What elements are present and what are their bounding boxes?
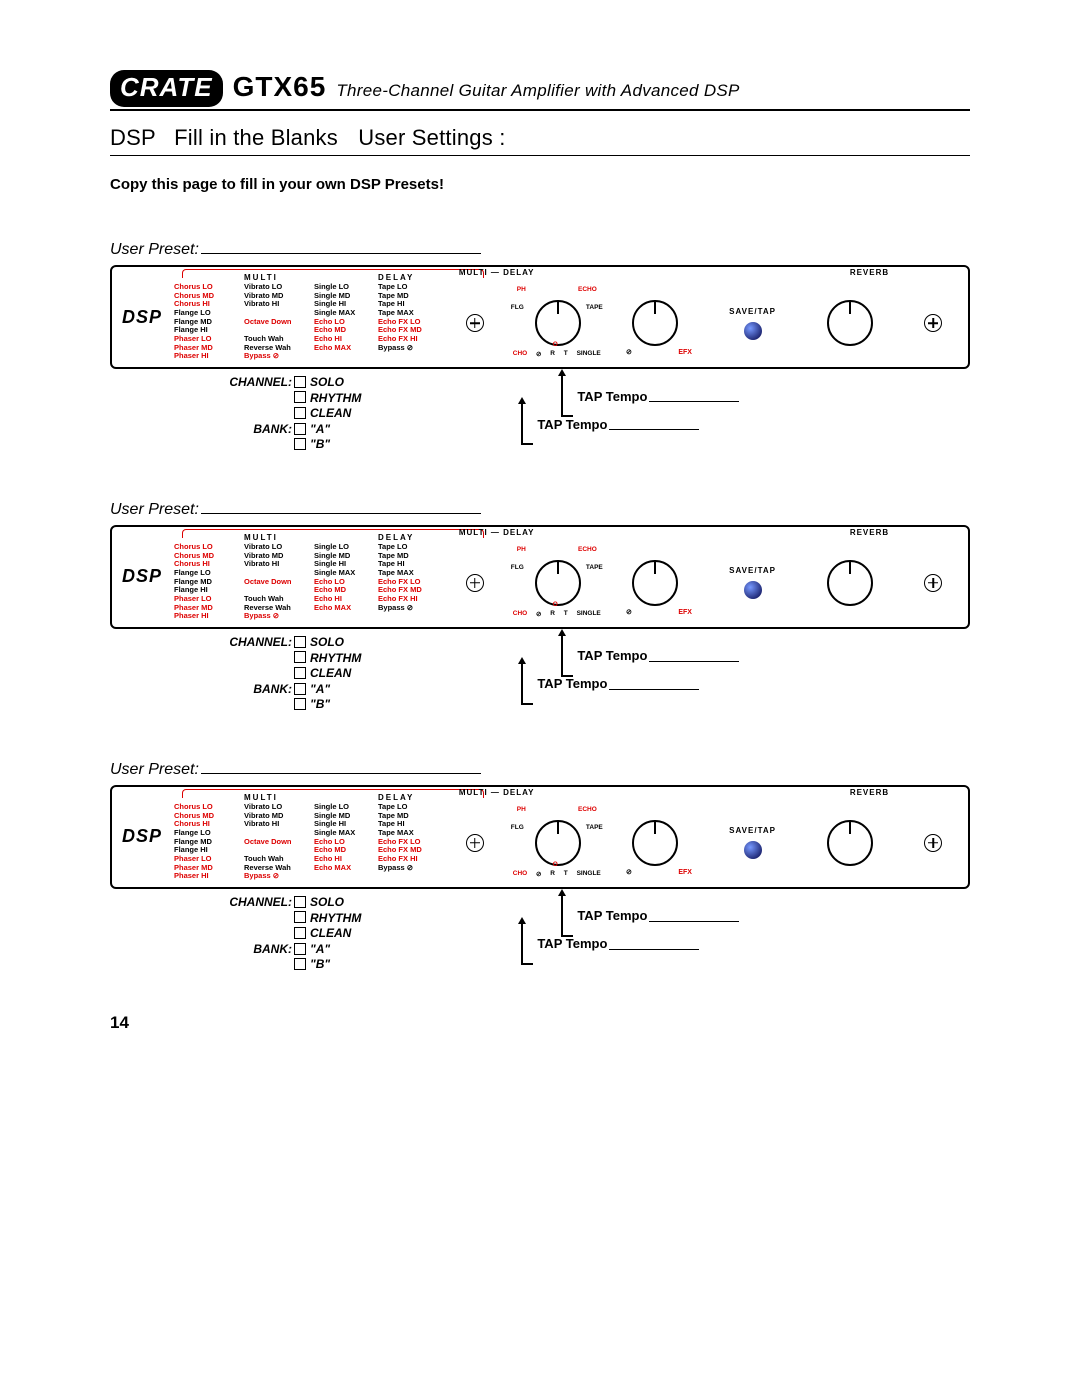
multi-knob[interactable] — [535, 820, 581, 866]
screw-icon — [466, 834, 484, 852]
multi-label: MULTI — DELAY — [459, 528, 535, 537]
checkbox[interactable] — [294, 438, 306, 450]
dsp-panel: DSP . Chorus LOChorus MDChorus HIFlange … — [110, 525, 970, 629]
dsp-logo: DSP — [112, 527, 172, 627]
reverb-label: REVERB — [850, 268, 889, 277]
reverb-label: REVERB — [850, 528, 889, 537]
user-preset-label: User Preset: — [110, 757, 970, 779]
settings-below: CHANNEL:SOLORHYTHMCLEANBANK:"A""B" TAP T… — [110, 635, 970, 713]
preset-input-line[interactable] — [201, 497, 481, 514]
multi-knob[interactable] — [535, 300, 581, 346]
checkbox[interactable] — [294, 896, 306, 908]
settings-below: CHANNEL:SOLORHYTHMCLEANBANK:"A""B" TAP T… — [110, 375, 970, 453]
subtitle: Three-Channel Guitar Amplifier with Adva… — [336, 81, 739, 101]
multi-knob[interactable] — [535, 560, 581, 606]
delay-knob[interactable] — [632, 300, 678, 346]
preset-block: User Preset: DSP . Chorus LOChorus MDCho… — [110, 757, 970, 973]
save-tap-label: SAVE/TAP — [729, 307, 776, 316]
reverb-label: REVERB — [850, 788, 889, 797]
arrow-icon — [521, 923, 533, 965]
arrow-icon — [561, 635, 573, 677]
checkbox[interactable] — [294, 651, 306, 663]
dsp-logo: DSP — [112, 787, 172, 887]
checkbox[interactable] — [294, 927, 306, 939]
checkbox[interactable] — [294, 636, 306, 648]
preset-input-line[interactable] — [201, 237, 481, 254]
save-tap-button[interactable] — [744, 581, 762, 599]
checkbox[interactable] — [294, 698, 306, 710]
preset-block: User Preset: DSP . Chorus LOChorus MDCho… — [110, 237, 970, 453]
save-tap-button[interactable] — [744, 841, 762, 859]
channel-bank: CHANNEL:SOLORHYTHMCLEANBANK:"A""B" — [220, 375, 361, 453]
checkbox[interactable] — [294, 391, 306, 403]
checkbox[interactable] — [294, 683, 306, 695]
arrow-icon — [561, 375, 573, 417]
checkbox[interactable] — [294, 911, 306, 923]
model: GTX65 — [233, 71, 327, 103]
dsp-logo: DSP — [112, 267, 172, 367]
channel-bank: CHANNEL:SOLORHYTHMCLEANBANK:"A""B" — [220, 635, 361, 713]
checkbox[interactable] — [294, 667, 306, 679]
checkbox[interactable] — [294, 958, 306, 970]
save-tap-label: SAVE/TAP — [729, 826, 776, 835]
page-header: CRATE GTX65 Three-Channel Guitar Amplifi… — [110, 70, 970, 111]
screw-icon — [466, 314, 484, 332]
multi-label: MULTI — DELAY — [459, 788, 535, 797]
save-tap-label: SAVE/TAP — [729, 566, 776, 575]
page-number: 14 — [110, 1013, 970, 1033]
section-title: DSP Fill in the Blanks User Settings : — [110, 125, 970, 156]
checkbox[interactable] — [294, 423, 306, 435]
tap-tempo: TAP Tempo TAP Tempo — [521, 895, 739, 973]
checkbox[interactable] — [294, 943, 306, 955]
user-preset-label: User Preset: — [110, 237, 970, 259]
arrow-icon — [561, 895, 573, 937]
dsp-panel: DSP . Chorus LOChorus MDChorus HIFlange … — [110, 785, 970, 889]
preset-input-line[interactable] — [201, 757, 481, 774]
settings-below: CHANNEL:SOLORHYTHMCLEANBANK:"A""B" TAP T… — [110, 895, 970, 973]
brand-logo: CRATE — [110, 70, 223, 107]
reverb-knob[interactable] — [827, 820, 873, 866]
checkbox[interactable] — [294, 407, 306, 419]
tap-tempo: TAP Tempo TAP Tempo — [521, 635, 739, 713]
checkbox[interactable] — [294, 376, 306, 388]
dsp-panel: DSP . Chorus LOChorus MDChorus HIFlange … — [110, 265, 970, 369]
channel-bank: CHANNEL:SOLORHYTHMCLEANBANK:"A""B" — [220, 895, 361, 973]
arrow-icon — [521, 663, 533, 705]
delay-knob[interactable] — [632, 560, 678, 606]
screw-icon — [924, 834, 942, 852]
save-tap-button[interactable] — [744, 322, 762, 340]
screw-icon — [466, 574, 484, 592]
instruction-text: Copy this page to fill in your own DSP P… — [110, 176, 970, 193]
user-preset-label: User Preset: — [110, 497, 970, 519]
multi-label: MULTI — DELAY — [459, 268, 535, 277]
arrow-icon — [521, 403, 533, 445]
preset-block: User Preset: DSP . Chorus LOChorus MDCho… — [110, 497, 970, 713]
delay-knob[interactable] — [632, 820, 678, 866]
screw-icon — [924, 314, 942, 332]
screw-icon — [924, 574, 942, 592]
reverb-knob[interactable] — [827, 300, 873, 346]
tap-tempo: TAP Tempo TAP Tempo — [521, 375, 739, 453]
reverb-knob[interactable] — [827, 560, 873, 606]
